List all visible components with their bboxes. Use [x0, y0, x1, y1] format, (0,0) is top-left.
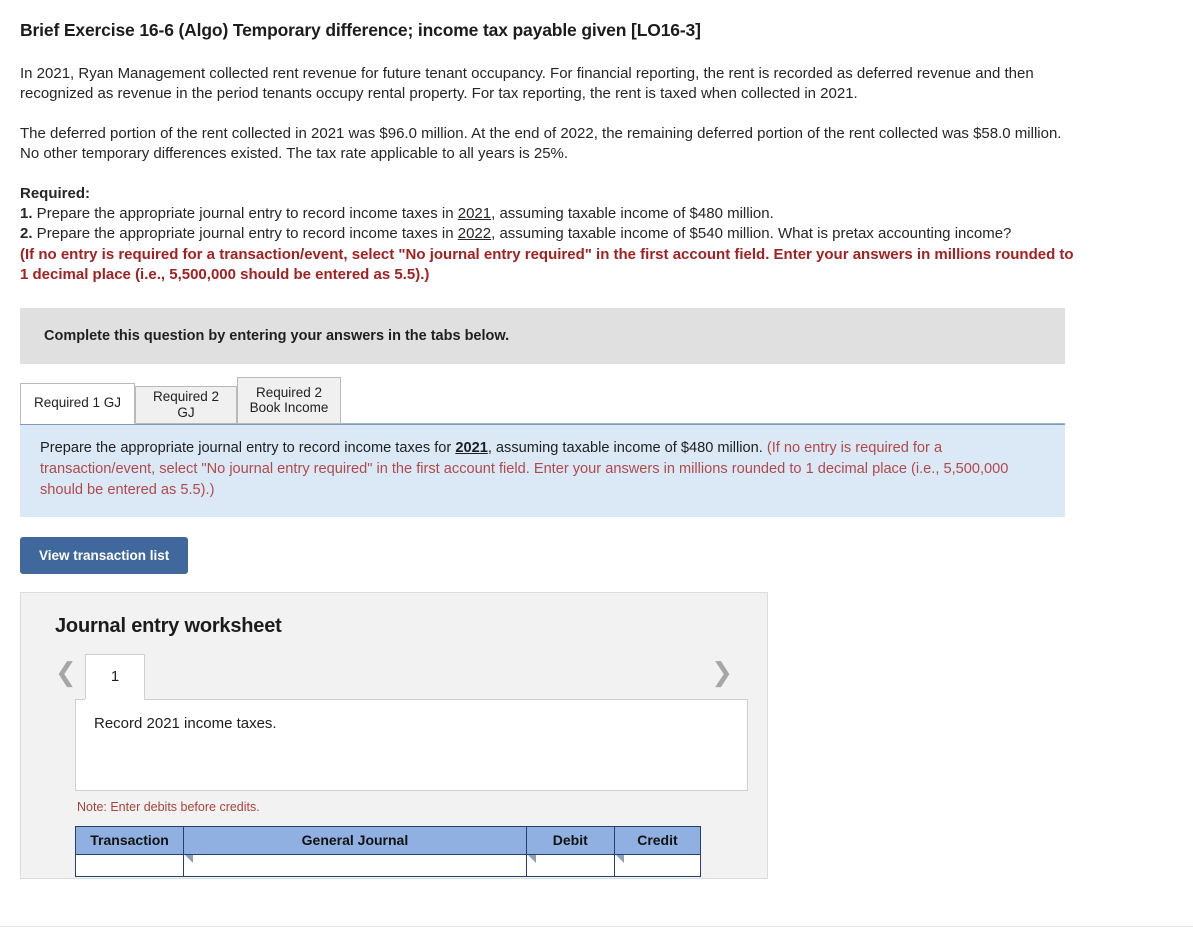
requirement-1-year: 2021	[457, 204, 492, 222]
tab-required-2-book-income-line2: Book Income	[249, 400, 329, 416]
cell-debit[interactable]	[525, 854, 615, 877]
dropdown-caret-icon	[615, 854, 624, 863]
worksheet-page-tab-1[interactable]: 1	[85, 653, 145, 699]
table-header-row: Transaction General Journal Debit Credit	[74, 825, 702, 855]
table-row	[74, 854, 702, 877]
journal-entry-description-box: Record 2021 income taxes.	[75, 698, 748, 791]
instruction-banner-text: Complete this question by entering your …	[44, 327, 510, 344]
cell-credit[interactable]	[613, 854, 702, 877]
journal-entry-worksheet: Journal entry worksheet ❮ 1 ❯ Record 202…	[20, 591, 768, 879]
column-header-debit: Debit	[525, 825, 615, 855]
tab-required-2-book-income-line1: Required 2	[255, 384, 323, 400]
cell-general-journal[interactable]	[183, 854, 527, 877]
chevron-right-icon[interactable]: ❯	[711, 660, 733, 686]
dropdown-caret-icon	[185, 854, 194, 863]
journal-entry-table: Transaction General Journal Debit Credit	[74, 825, 702, 877]
exercise-page: Brief Exercise 16-6 (Algo) Temporary dif…	[0, 0, 1193, 910]
cell-transaction[interactable]	[74, 854, 185, 877]
chevron-left-icon[interactable]: ❮	[55, 660, 77, 686]
tab-required-2-gj-label: Required 2 GJ	[152, 389, 220, 420]
requirement-1-number: 1.	[20, 204, 33, 222]
debits-before-credits-note: Note: Enter debits before credits.	[77, 799, 260, 814]
problem-paragraph-1: In 2021, Ryan Management collected rent …	[20, 64, 1034, 103]
requirement-tabs: Required 1 GJ Required 2 GJ Required 2 B…	[20, 376, 1065, 424]
tab-required-2-gj[interactable]: Required 2 GJ	[135, 385, 237, 424]
blue-panel-year: 2021	[455, 439, 488, 456]
view-transaction-list-button[interactable]: View transaction list	[20, 536, 189, 574]
column-header-transaction: Transaction	[74, 825, 185, 855]
problem-paragraph-2: The deferred portion of the rent collect…	[20, 124, 1062, 163]
worksheet-page-number: 1	[110, 668, 120, 686]
tab-required-1-gj-label: Required 1 GJ	[33, 395, 122, 411]
requirement-1-post: , assuming taxable income of $480 millio…	[491, 204, 774, 222]
tab-required-2-book-income[interactable]: Required 2 Book Income	[237, 376, 341, 424]
worksheet-pager: ❮ 1 ❯	[55, 653, 743, 699]
worksheet-title: Journal entry worksheet	[55, 614, 282, 637]
column-header-credit: Credit	[613, 825, 702, 855]
requirements-block: Required: 1. Prepare the appropriate jou…	[20, 184, 1080, 286]
requirement-1-pre: Prepare the appropriate journal entry to…	[32, 204, 458, 222]
requirement-2-number: 2.	[20, 225, 33, 243]
dropdown-caret-icon	[527, 854, 536, 863]
page-bottom-divider	[0, 926, 1193, 927]
column-header-general-journal: General Journal	[183, 825, 527, 855]
requirement-2-pre: Prepare the appropriate journal entry to…	[32, 225, 458, 243]
blue-panel-pre: Prepare the appropriate journal entry to…	[40, 439, 456, 456]
requirements-red-note: (If no entry is required for a transacti…	[20, 245, 1074, 284]
blue-panel-mid: , assuming taxable income of $480 millio…	[487, 439, 767, 456]
requirements-heading: Required:	[20, 184, 91, 202]
page-title: Brief Exercise 16-6 (Algo) Temporary dif…	[20, 20, 701, 40]
requirement-2-year: 2022	[457, 225, 492, 243]
active-tab-instructions: Prepare the appropriate journal entry to…	[20, 423, 1065, 517]
journal-entry-description: Record 2021 income taxes.	[94, 714, 277, 732]
requirement-2-post: , assuming taxable income of $540 millio…	[491, 225, 1012, 243]
tab-required-2-book-income-label: Required 2 Book Income	[250, 385, 329, 415]
instruction-banner: Complete this question by entering your …	[20, 307, 1065, 364]
tab-required-1-gj[interactable]: Required 1 GJ	[20, 382, 135, 424]
